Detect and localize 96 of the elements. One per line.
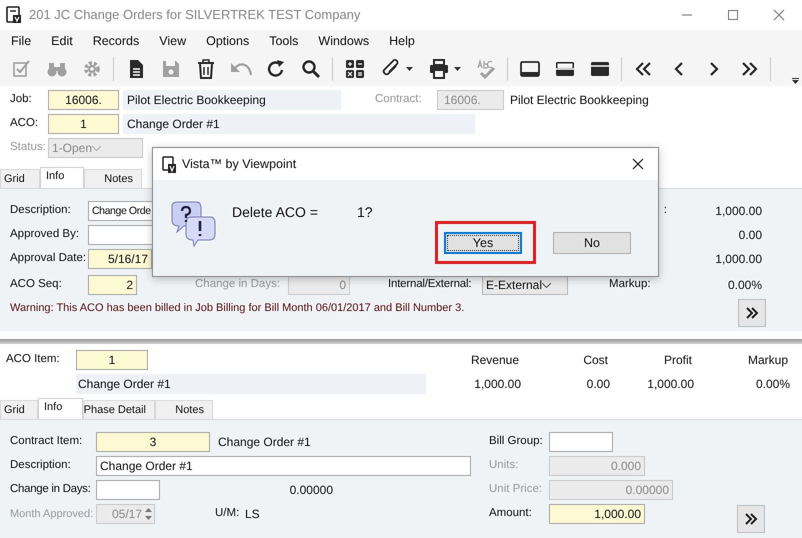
tab[interactable]: Grid [0,169,40,188]
warning-message: Warning: This ACO has been billed in Job Billing for Bill Month 06/01/2017 and Bill Number 3. [10,301,464,316]
maximize-icon [727,9,739,21]
field-label: Units: [489,458,520,474]
tab[interactable]: Info [40,167,84,188]
double-chevron-icon [744,513,758,525]
close-icon [773,9,785,21]
tab[interactable]: Phase Detail [83,400,155,419]
field-label: Month Approved: [10,506,94,522]
field-label: Contract: [375,92,423,108]
column-heading: Markup [746,352,789,369]
caret-icon [454,67,460,71]
value-text: 0.00000 [288,482,333,499]
value-text: 0.00% [726,277,762,294]
menu-item[interactable]: Help [381,30,423,52]
value-text: 0.00% [754,376,790,393]
menu-item[interactable]: Edit [43,30,81,52]
field-label: Approved By: [10,227,80,242]
field-label: Contract Item: [10,434,84,450]
value-text: 1,000.00 [714,203,762,220]
tab[interactable]: Grid [0,400,38,419]
menu-item[interactable]: View [151,30,194,52]
input-field[interactable]: E-External [482,275,568,295]
description-text: Change Order #1 [218,434,311,451]
chevron-down-icon [542,282,552,288]
input-field[interactable]: 5/16/17 [88,249,152,269]
menu-item[interactable]: Options [198,30,258,52]
input-field[interactable]: 1,000.00 [549,504,645,524]
field-label: Change in Days: [195,277,282,292]
field-label: ACO Seq: [10,277,63,292]
description-text: Pilot Electric Bookkeeping [123,90,341,110]
field-label: U/M: [215,506,240,522]
caret-icon [792,78,798,84]
tab[interactable]: Info [38,398,83,419]
field-label: Internal/External: [388,277,472,292]
chevron-down-icon [92,146,102,150]
input-field[interactable]: Change Order #1 [96,456,471,476]
input-field[interactable]: 2 [88,275,137,295]
value-text: 1,000.00 [473,376,521,393]
field-label: Unit Price: [489,482,544,498]
field-label: Markup: [609,277,652,292]
panel-layout-icon [518,58,540,80]
description-text: Pilot Electric Bookkeeping [510,92,649,109]
double-chevron-icon [745,307,759,319]
field-label: Approval Date: [10,251,88,266]
caret-icon [406,67,412,71]
field-label: Bill Group: [489,434,544,450]
field-label: Job: [10,92,33,108]
menu-item[interactable]: Records [84,30,148,52]
expand-button[interactable] [737,505,765,533]
field-label: Change in Days: [10,482,92,498]
description-text: Change Order #1 [76,374,426,394]
dialog-title: Vista™ by Viewpoint [182,156,296,173]
value-text: 0.00 [738,227,762,244]
app-icon [6,6,22,24]
value-text: 1,000.00 [646,376,694,393]
input-field[interactable] [96,480,160,500]
input-field[interactable]: 1 [76,350,148,370]
column-heading: Cost [582,352,609,369]
field-label: ACO: [10,116,40,132]
field-label: Amount: [489,506,533,522]
window-title: 201 JC Change Orders for SILVERTREK TEST Company [29,6,360,24]
dialog-button[interactable]: Yes [444,232,522,254]
field-label: Description: [10,458,72,474]
column-heading: Profit [662,352,693,369]
spellcheck-icon [474,58,496,80]
spinner-icon [144,506,153,522]
value-text: LS [245,506,260,523]
close-icon [632,158,644,170]
field-label: : [662,203,668,218]
calculator-icon [344,58,366,80]
expand-button[interactable] [738,299,766,327]
app-icon [162,156,176,172]
overflow-button[interactable] [790,76,800,84]
menu-item[interactable]: Windows [310,30,378,52]
value-text: 1? [357,203,373,222]
input-field[interactable]: 3 [96,432,210,452]
value-text: 1,000.00 [714,251,762,268]
search-icon [300,58,322,80]
menu-item[interactable]: File [3,30,40,52]
input-field[interactable] [549,432,613,452]
field-label: Description: [10,203,72,218]
input-field[interactable]: 16006. [48,90,119,110]
menu-item[interactable]: Tools [261,30,306,52]
value-text: 0.00 [586,376,610,393]
input-field[interactable]: 1 [48,114,119,134]
field-label: ACO Item: [6,352,61,368]
tab[interactable]: Notes [84,169,142,188]
column-heading: Revenue [470,352,520,369]
field-label: Status: [10,140,47,156]
description-text: Change Order #1 [123,114,475,134]
dialog-message: Delete ACO = [232,203,318,222]
dialog-button[interactable]: No [553,232,631,254]
printer-icon [428,58,450,80]
checklist-icon [10,58,32,80]
tab[interactable]: Notes [155,400,213,419]
